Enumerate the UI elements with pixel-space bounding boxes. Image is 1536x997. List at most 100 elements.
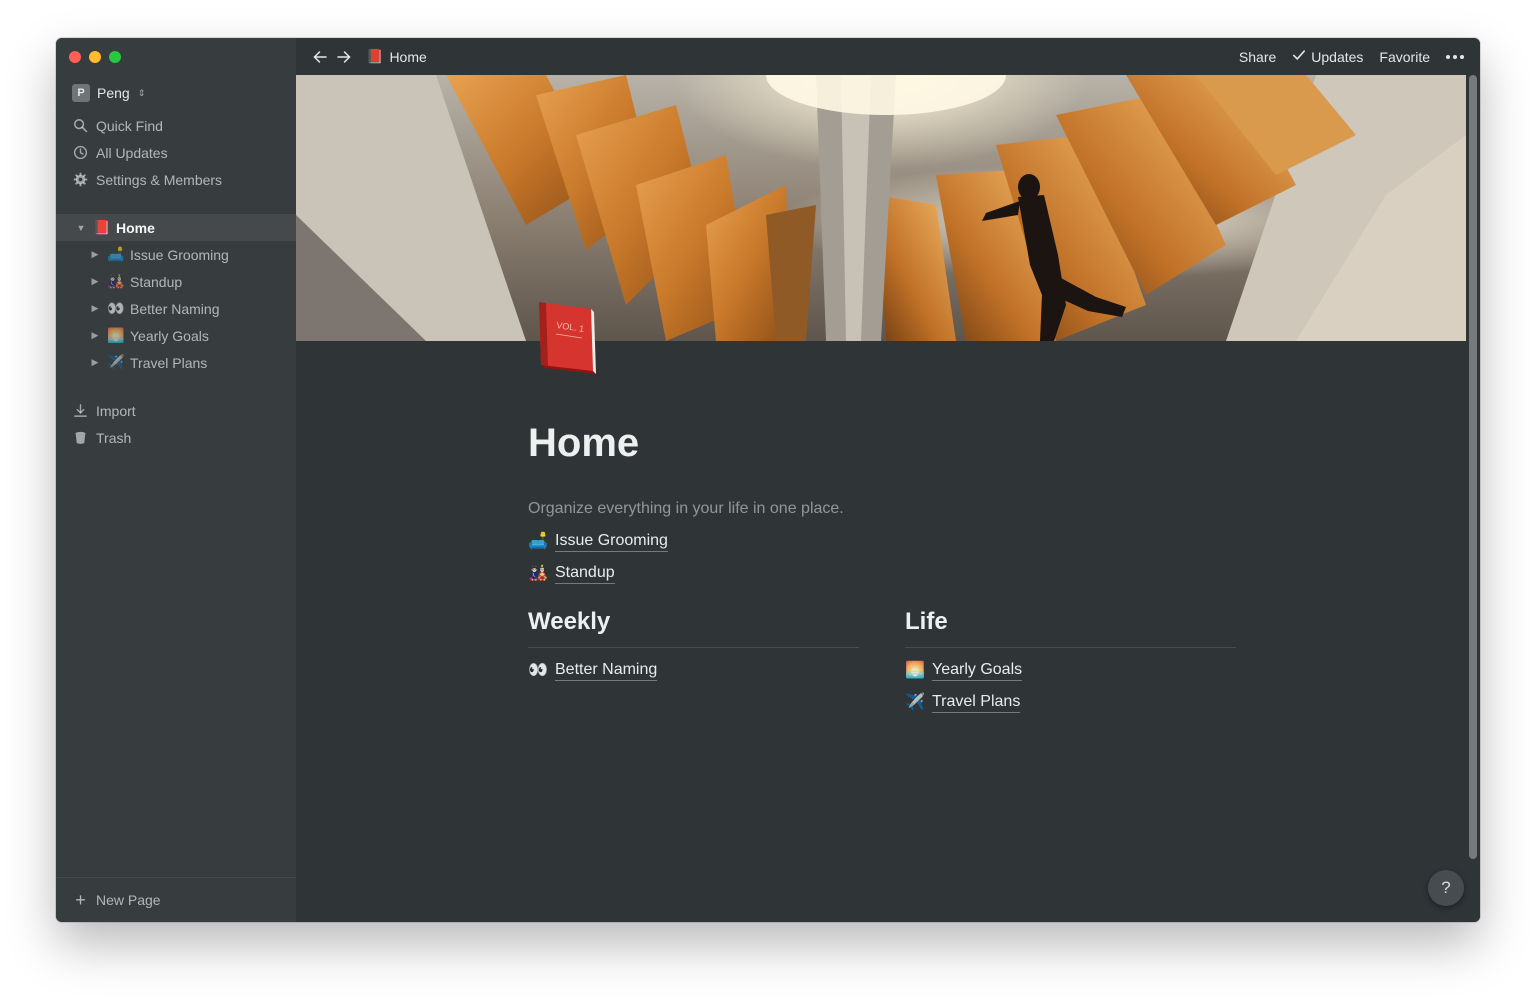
- weekly-links: 👀 Better Naming: [528, 654, 859, 686]
- sidebar-bottom-menu: Import Trash: [56, 397, 296, 451]
- page-link-label: Issue Grooming: [555, 531, 668, 552]
- section-heading-weekly[interactable]: Weekly: [528, 607, 859, 648]
- book-icon: 📕: [366, 48, 384, 64]
- column-life: Life 🌅 Yearly Goals ✈️ Travel Plans: [905, 607, 1236, 718]
- sidebar-item-label: All Updates: [96, 144, 168, 161]
- top-bar: 📕 Home Share Updates Favorite: [296, 38, 1480, 75]
- workspace-avatar: P: [72, 84, 90, 102]
- sidebar-item-label: Better Naming: [130, 300, 220, 317]
- triangle-right-icon[interactable]: ▶: [89, 303, 101, 314]
- page-tree: ▼ 📕 Home ▶ 🛋️ Issue Grooming ▶ 🎎 Standup…: [56, 214, 296, 376]
- new-page-label: New Page: [96, 892, 161, 908]
- sidebar-item-all-updates[interactable]: All Updates: [56, 139, 296, 166]
- page-link-travel-plans[interactable]: ✈️ Travel Plans: [905, 686, 1236, 718]
- top-links: 🛋️ Issue Grooming 🎎 Standup: [528, 525, 1248, 589]
- page-book-icon[interactable]: VOL. 1: [536, 300, 602, 378]
- download-icon: [73, 403, 88, 418]
- updates-button[interactable]: Updates: [1292, 48, 1363, 65]
- sidebar-item-label: Import: [96, 402, 136, 419]
- favorite-button[interactable]: Favorite: [1379, 49, 1430, 65]
- sidebar-item-travel-plans[interactable]: ▶ ✈️ Travel Plans: [56, 349, 296, 376]
- more-options-icon[interactable]: [1446, 51, 1464, 63]
- sidebar-item-label: Quick Find: [96, 117, 163, 134]
- sidebar-item-label: Settings & Members: [96, 171, 223, 188]
- triangle-right-icon[interactable]: ▶: [89, 276, 101, 287]
- sidebar-item-yearly-goals[interactable]: ▶ 🌅 Yearly Goals: [56, 322, 296, 349]
- life-links: 🌅 Yearly Goals ✈️ Travel Plans: [905, 654, 1236, 718]
- chevron-updown-icon: ⇕: [137, 87, 146, 98]
- top-actions: Share Updates Favorite: [1239, 38, 1464, 75]
- dolls-icon: 🎎: [107, 273, 125, 289]
- window-controls: [69, 51, 121, 63]
- sidebar-item-home[interactable]: ▼ 📕 Home: [56, 214, 296, 241]
- columns: Weekly 👀 Better Naming Life 🌅 Yearly Goa…: [528, 607, 1248, 718]
- sidebar-item-label: Home: [116, 219, 155, 236]
- sidebar-item-better-naming[interactable]: ▶ 👀 Better Naming: [56, 295, 296, 322]
- airplane-icon: ✈️: [107, 354, 125, 370]
- triangle-down-icon[interactable]: ▼: [75, 223, 87, 233]
- sidebar-item-quick-find[interactable]: Quick Find: [56, 112, 296, 139]
- help-button[interactable]: ?: [1428, 870, 1464, 906]
- scrollbar-thumb[interactable]: [1469, 75, 1477, 859]
- column-weekly: Weekly 👀 Better Naming: [528, 607, 859, 718]
- main-content: 📕 Home Share Updates Favorite VOL. 1 Hom…: [296, 38, 1480, 922]
- clock-icon: [73, 145, 88, 160]
- triangle-right-icon[interactable]: ▶: [89, 357, 101, 368]
- gear-icon: [73, 172, 88, 187]
- triangle-right-icon[interactable]: ▶: [89, 249, 101, 260]
- sunrise-icon: 🌅: [107, 327, 125, 343]
- new-page-button[interactable]: + New Page: [56, 877, 296, 922]
- check-icon: [1292, 48, 1306, 65]
- workspace-switcher[interactable]: P Peng ⇕: [72, 84, 145, 102]
- sidebar-item-label: Travel Plans: [130, 354, 208, 371]
- minimize-window-button[interactable]: [89, 51, 101, 63]
- share-button[interactable]: Share: [1239, 49, 1276, 65]
- couch-icon: 🛋️: [528, 533, 548, 550]
- page-body: Home Organize everything in your life in…: [528, 418, 1248, 718]
- close-window-button[interactable]: [69, 51, 81, 63]
- page-subtitle[interactable]: Organize everything in your life in one …: [528, 498, 1248, 520]
- page-title[interactable]: Home: [528, 418, 1248, 468]
- page-link-better-naming[interactable]: 👀 Better Naming: [528, 654, 859, 686]
- section-heading-life[interactable]: Life: [905, 607, 1236, 648]
- sidebar-item-label: Issue Grooming: [130, 246, 229, 263]
- sidebar-item-standup[interactable]: ▶ 🎎 Standup: [56, 268, 296, 295]
- sidebar-item-label: Trash: [96, 429, 132, 446]
- sidebar-item-import[interactable]: Import: [56, 397, 296, 424]
- sidebar-item-label: Standup: [130, 273, 183, 290]
- book-icon: 📕: [93, 219, 111, 235]
- page-link-yearly-goals[interactable]: 🌅 Yearly Goals: [905, 654, 1236, 686]
- page-link-standup[interactable]: 🎎 Standup: [528, 557, 1248, 589]
- plus-icon: +: [75, 890, 86, 910]
- nav-arrows: [312, 49, 352, 65]
- breadcrumb[interactable]: 📕 Home: [366, 48, 427, 65]
- sunrise-icon: 🌅: [905, 662, 925, 679]
- sidebar-item-settings[interactable]: Settings & Members: [56, 166, 296, 193]
- sidebar: P Peng ⇕ Quick Find All Updates Settings…: [56, 38, 296, 922]
- page-link-label: Better Naming: [555, 660, 658, 681]
- airplane-icon: ✈️: [905, 694, 925, 711]
- page-link-label: Standup: [555, 563, 615, 584]
- page-link-label: Yearly Goals: [932, 660, 1023, 681]
- page-link-issue-grooming[interactable]: 🛋️ Issue Grooming: [528, 525, 1248, 557]
- couch-icon: 🛋️: [107, 246, 125, 262]
- triangle-right-icon[interactable]: ▶: [89, 330, 101, 341]
- updates-label: Updates: [1311, 48, 1364, 65]
- breadcrumb-label: Home: [389, 48, 427, 65]
- search-icon: [73, 118, 88, 133]
- trash-icon: [73, 430, 88, 445]
- eyes-icon: 👀: [107, 300, 125, 316]
- forward-arrow-icon[interactable]: [336, 49, 352, 65]
- dolls-icon: 🎎: [528, 565, 548, 582]
- workspace-name: Peng: [97, 85, 130, 101]
- back-arrow-icon[interactable]: [312, 49, 328, 65]
- cover-image: [296, 75, 1466, 341]
- sidebar-item-label: Yearly Goals: [130, 327, 209, 344]
- eyes-icon: 👀: [528, 662, 548, 679]
- sidebar-item-trash[interactable]: Trash: [56, 424, 296, 451]
- app-window: P Peng ⇕ Quick Find All Updates Settings…: [56, 38, 1480, 922]
- sidebar-menu: Quick Find All Updates Settings & Member…: [56, 112, 296, 193]
- zoom-window-button[interactable]: [109, 51, 121, 63]
- page-link-label: Travel Plans: [932, 692, 1021, 713]
- sidebar-item-issue-grooming[interactable]: ▶ 🛋️ Issue Grooming: [56, 241, 296, 268]
